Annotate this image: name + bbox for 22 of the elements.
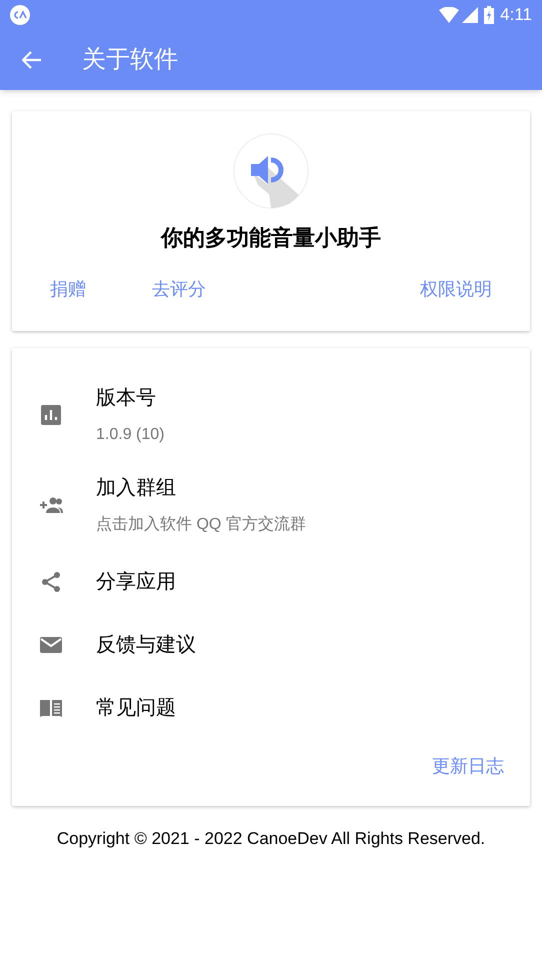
signal-icon (462, 6, 478, 22)
item-title: 反馈与建议 (96, 632, 196, 658)
item-title: 分享应用 (96, 570, 176, 594)
wifi-icon (439, 6, 460, 22)
item-subtitle: 点击加入软件 QQ 官方交流群 (96, 514, 306, 535)
chart-icon (38, 403, 64, 427)
item-subtitle: 1.0.9 (10) (96, 425, 164, 445)
item-title: 版本号 (96, 386, 157, 411)
speaker-icon (233, 133, 309, 209)
list-item[interactable]: 反馈与建议 (12, 613, 530, 676)
list-item[interactable]: 版本号 1.0.9 (10) (12, 370, 530, 460)
item-title: 加入群组 (96, 476, 177, 501)
list-item[interactable]: 加入群组 点击加入软件 QQ 官方交流群 (12, 460, 530, 550)
list-item[interactable]: 常见问题 (12, 676, 530, 739)
app-logo-icon (10, 4, 30, 24)
screen-title: 关于软件 (82, 44, 178, 74)
battery-icon (484, 6, 494, 24)
copyright-text: Copyright © 2021 - 2022 CanoeDev All Rights Reserved. (56, 828, 486, 850)
list-item[interactable]: 分享应用 (12, 550, 530, 613)
app-tagline: 你的多功能音量小助手 (161, 224, 381, 252)
item-title: 常见问题 (96, 696, 176, 720)
status-time: 4:11 (500, 4, 532, 26)
